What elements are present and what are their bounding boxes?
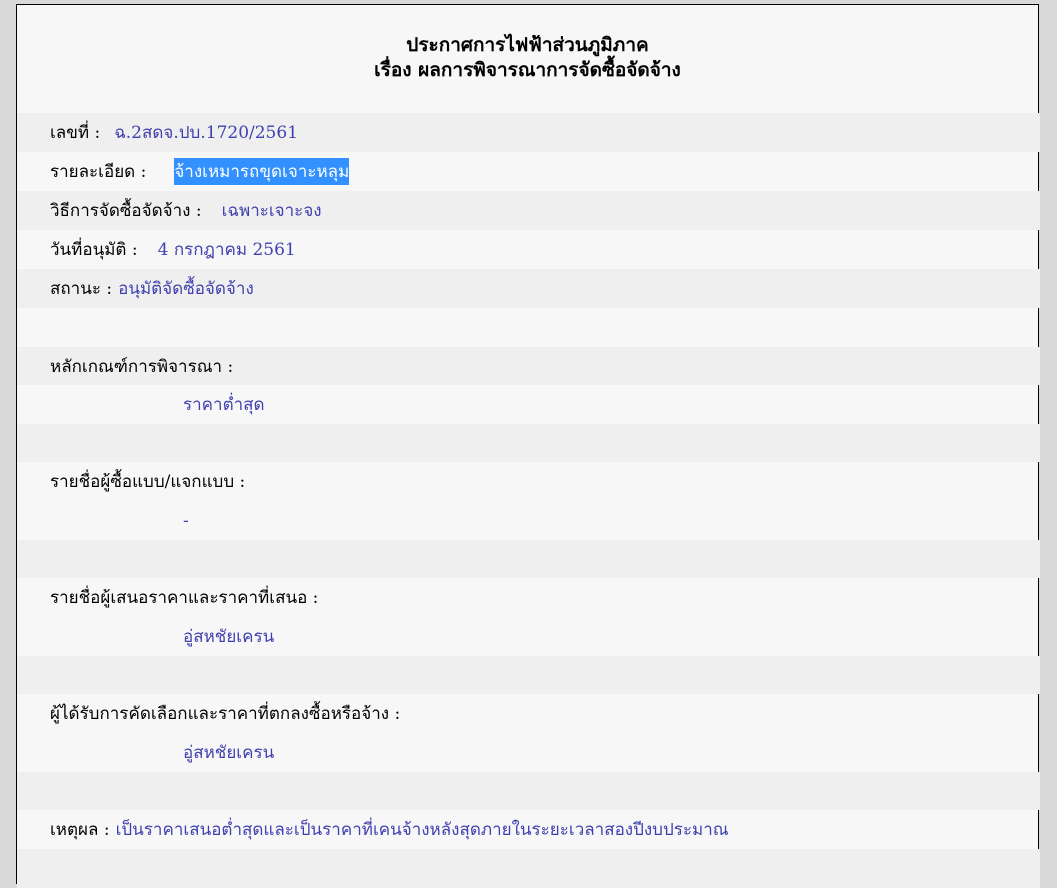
criteria-value[interactable]: ราคาต่ำสุด	[183, 391, 265, 418]
winner-label: ผู้ได้รับการคัดเลือกและราคาที่ตกลงซื้อหร…	[50, 704, 401, 724]
method-value[interactable]: เฉพาะเจาะจง	[222, 197, 322, 224]
bidders-row: รายชื่อผู้เสนอราคาและราคาที่เสนอ :	[17, 578, 1040, 617]
detail-value[interactable]: จ้างเหมารถขุดเจาะหลุม	[174, 158, 350, 185]
buyers-value: -	[183, 510, 189, 531]
detail-row: รายละเอียด : จ้างเหมารถขุดเจาะหลุม	[17, 152, 1040, 191]
buyers-value-row: -	[17, 501, 1040, 540]
status-label: สถานะ :	[50, 279, 113, 299]
bidders-value[interactable]: อู่สหชัยเครน	[183, 623, 274, 650]
status-value[interactable]: อนุมัติจัดซื้อจัดจ้าง	[118, 275, 254, 302]
approval-date-row: วันที่อนุมัติ : 4 กรกฎาคม 2561	[17, 230, 1040, 269]
winner-value-row: อู่สหชัยเครน	[17, 733, 1040, 772]
number-value[interactable]: ฉ.2สดจ.ปบ.1720/2561	[114, 119, 298, 146]
bidders-value-row: อู่สหชัยเครน	[17, 617, 1040, 656]
detail-label: รายละเอียด :	[50, 162, 147, 182]
reason-value[interactable]: เป็นราคาเสนอต่ำสุดและเป็นราคาที่เคนจ้างห…	[116, 816, 729, 843]
criteria-value-row: ราคาต่ำสุด	[17, 385, 1040, 424]
method-label: วิธีการจัดซื้อจัดจ้าง :	[50, 201, 202, 221]
spacer-row	[17, 849, 1040, 888]
spacer-row	[17, 772, 1040, 810]
announcement-title-line2: เรื่อง ผลการพิจารณาการจัดซื้อจัดจ้าง	[374, 59, 681, 81]
winner-value[interactable]: อู่สหชัยเครน	[183, 739, 274, 766]
number-row: เลขที่ : ฉ.2สดจ.ปบ.1720/2561	[17, 113, 1040, 152]
status-row: สถานะ : อนุมัติจัดซื้อจัดจ้าง	[17, 269, 1040, 308]
spacer-row	[17, 540, 1040, 578]
winner-row: ผู้ได้รับการคัดเลือกและราคาที่ตกลงซื้อหร…	[17, 694, 1040, 733]
reason-label: เหตุผล :	[50, 820, 110, 840]
criteria-row: หลักเกณฑ์การพิจารณา :	[17, 347, 1040, 385]
approval-date-value[interactable]: 4 กรกฎาคม 2561	[158, 236, 296, 263]
announcement-title-line1: ประกาศการไฟฟ้าส่วนภูมิภาค	[406, 34, 649, 56]
spacer-row	[17, 308, 1040, 347]
approval-date-label: วันที่อนุมัติ :	[50, 240, 138, 260]
buyers-label: รายชื่อผู้ซื้อแบบ/แจกแบบ :	[50, 472, 246, 492]
announcement-panel: ประกาศการไฟฟ้าส่วนภูมิภาค เรื่อง ผลการพิ…	[16, 4, 1040, 888]
announcement-header: ประกาศการไฟฟ้าส่วนภูมิภาค เรื่อง ผลการพิ…	[17, 5, 1038, 85]
bidders-label: รายชื่อผู้เสนอราคาและราคาที่เสนอ :	[50, 588, 319, 608]
announcement-fields: เลขที่ : ฉ.2สดจ.ปบ.1720/2561 รายละเอียด …	[17, 113, 1040, 888]
spacer-row	[17, 656, 1040, 694]
number-label: เลขที่ :	[50, 123, 101, 143]
buyers-row: รายชื่อผู้ซื้อแบบ/แจกแบบ :	[17, 462, 1040, 501]
reason-row: เหตุผล : เป็นราคาเสนอต่ำสุดและเป็นราคาที…	[17, 810, 1040, 849]
spacer-row	[17, 424, 1040, 462]
method-row: วิธีการจัดซื้อจัดจ้าง : เฉพาะเจาะจง	[17, 191, 1040, 230]
criteria-label: หลักเกณฑ์การพิจารณา :	[50, 356, 234, 377]
